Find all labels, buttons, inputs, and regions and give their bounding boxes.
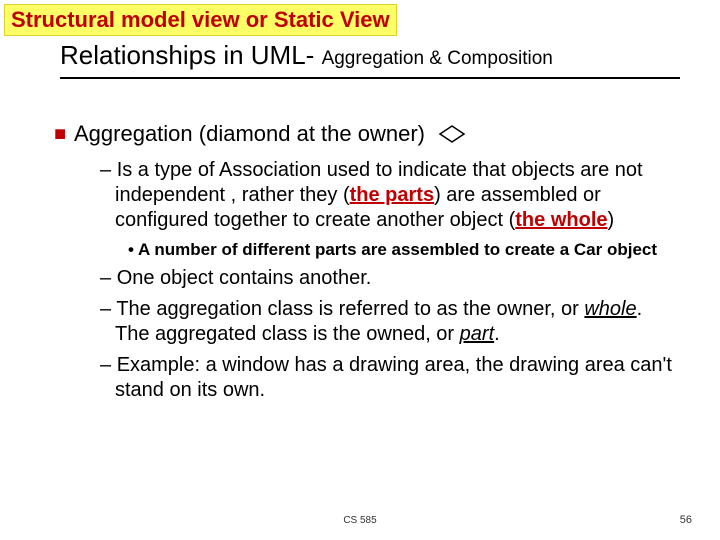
uml-aggregation-diamond-icon [437, 123, 467, 152]
whole-term: whole [584, 298, 636, 320]
footer-page-number: 56 [680, 514, 692, 526]
slide-title-main: Relationships in UML- [60, 40, 322, 70]
the-whole-link: the whole [515, 209, 607, 231]
example-car-text: A number of different parts are assemble… [138, 240, 657, 259]
slide-title-row: Relationships in UML- Aggregation & Comp… [60, 40, 680, 79]
footer-course: CS 585 [0, 515, 720, 526]
subpoint-definition: – Is a type of Association used to indic… [100, 158, 680, 233]
subpoint-window-text: Example: a window has a drawing area, th… [115, 354, 672, 401]
subpoint-contains: – One object contains another. [100, 266, 680, 291]
subpoint-contains-text: One object contains another. [117, 267, 372, 289]
dash-bullet-icon: – [100, 298, 116, 320]
subpoint-owner-part: – The aggregation class is referred to a… [100, 297, 680, 347]
example-car: • A number of different parts are assemb… [128, 239, 680, 260]
the-parts-link: the parts [350, 184, 434, 206]
slide-body: ■ Aggregation (diamond at the owner) – I… [60, 110, 680, 409]
square-bullet-icon: ■ [54, 122, 66, 147]
dash-bullet-icon: – [100, 159, 117, 181]
dash-bullet-icon: – [100, 267, 117, 289]
bullet-aggregation: ■ Aggregation (diamond at the owner) [60, 120, 680, 152]
subpoint-window-example: – Example: a window has a drawing area, … [100, 353, 680, 403]
slide-title-sub: Aggregation & Composition [322, 48, 553, 69]
dot-bullet-icon: • [128, 240, 138, 259]
dash-bullet-icon: – [100, 354, 117, 376]
bullet-aggregation-text: Aggregation (diamond at the owner) [74, 120, 425, 148]
part-term: part [460, 323, 494, 345]
owner-pre: The aggregation class is referred to as … [116, 298, 584, 320]
definition-post: ) [608, 209, 615, 231]
owner-post: . [494, 323, 500, 345]
banner-title: Structural model view or Static View [4, 4, 397, 36]
